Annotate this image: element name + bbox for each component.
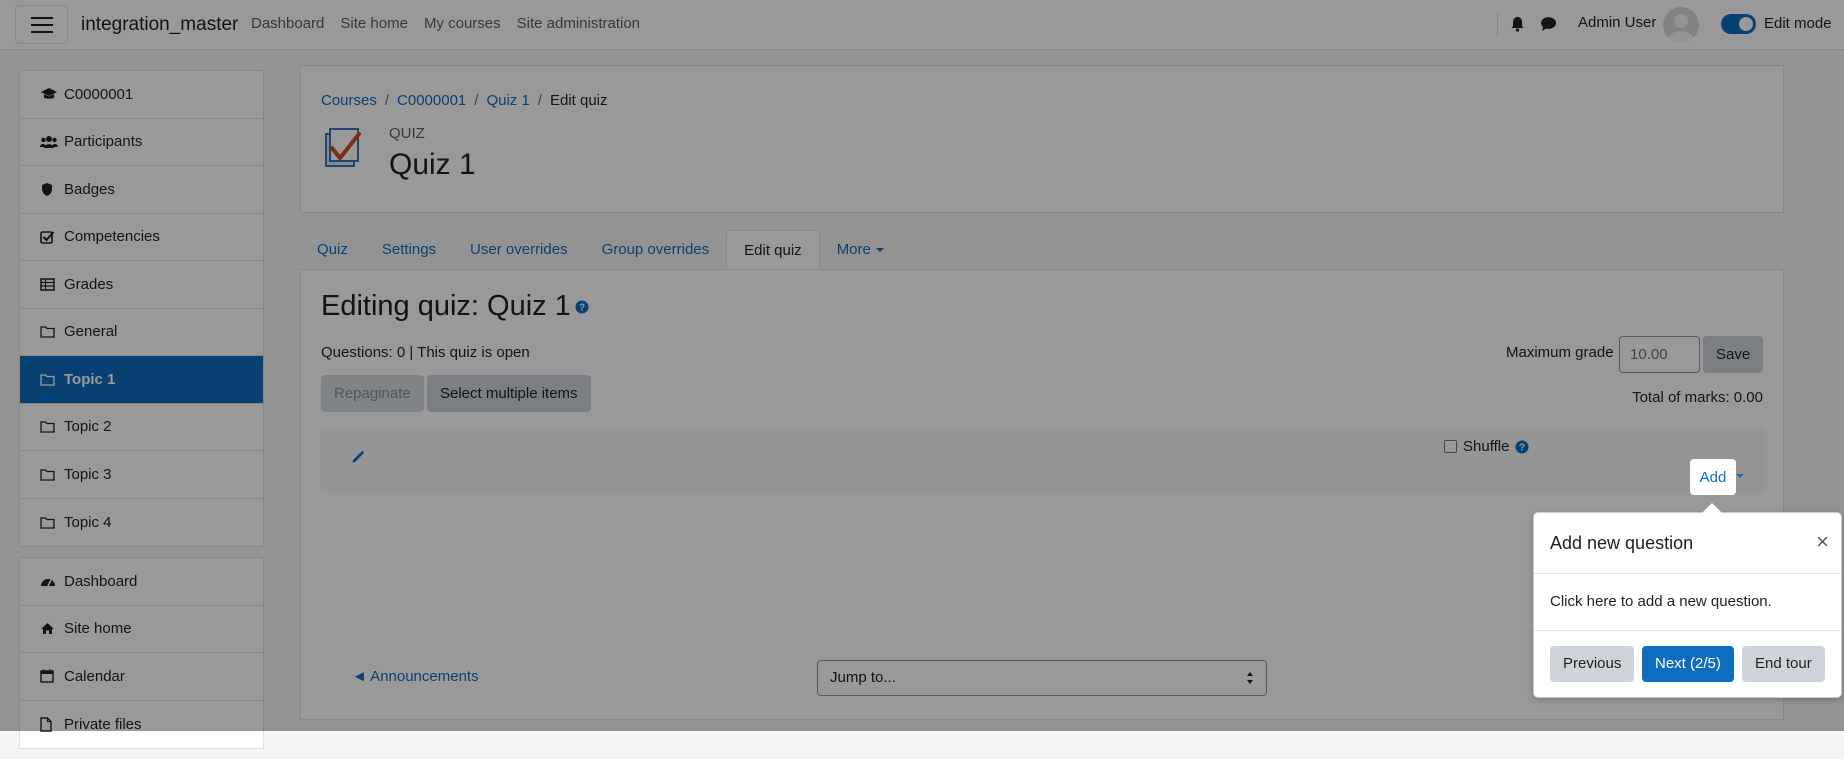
popover-footer: Previous Next (2/5) End tour <box>1534 631 1841 697</box>
tour-next-button[interactable]: Next (2/5) <box>1642 646 1734 682</box>
add-question-label: Add <box>1699 468 1727 486</box>
popover-title: Add new question <box>1550 533 1694 553</box>
caret-down-icon[interactable] <box>1736 474 1744 479</box>
user-tour-popover: Add new question × Click here to add a n… <box>1533 503 1842 698</box>
tour-previous-button[interactable]: Previous <box>1550 646 1635 682</box>
popover-header: Add new question × <box>1534 513 1841 574</box>
popover-body: Click here to add a new question. <box>1534 574 1841 631</box>
close-icon[interactable]: × <box>1816 529 1829 555</box>
popover-message: Click here to add a new question. <box>1550 593 1772 610</box>
popover-arrow <box>1702 503 1722 513</box>
end-tour-button[interactable]: End tour <box>1742 646 1825 682</box>
add-question-button[interactable]: Add <box>1690 459 1736 495</box>
